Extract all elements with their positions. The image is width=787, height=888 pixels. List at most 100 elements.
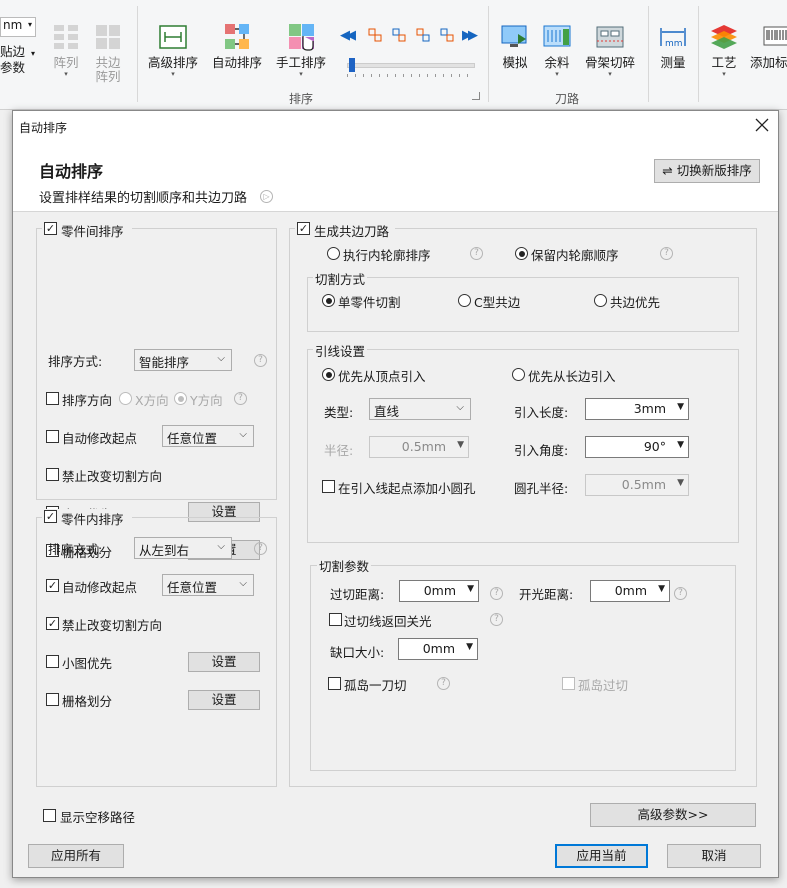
- switch-new-sort-button[interactable]: ⇌ 切换新版排序: [654, 159, 760, 183]
- chevron-down-icon: ▾: [31, 49, 36, 58]
- sort-direction-checkbox[interactable]: [46, 392, 59, 405]
- sort-nav-icon-row: ◀◀ ▶▶: [340, 28, 480, 44]
- remnant-button[interactable]: 余料 ▾: [540, 22, 574, 78]
- inter-part-sort-title: 零件间排序: [61, 224, 124, 239]
- sort-step-icon[interactable]: [440, 28, 454, 42]
- auto-start-select[interactable]: 任意位置 ⌵: [162, 425, 254, 447]
- common-first-radio[interactable]: [594, 294, 607, 307]
- intra-grid-divide-settings-button[interactable]: 设置: [188, 690, 260, 710]
- overcut-field[interactable]: 0mm ▼: [399, 580, 479, 602]
- hole-radius-value: 0.5mm: [621, 477, 666, 492]
- sort-step-icon[interactable]: [392, 28, 406, 42]
- chevron-down-icon: ▾: [608, 70, 612, 78]
- keep-inner-label: 保留内轮廓顺序: [531, 248, 619, 263]
- slider-thumb[interactable]: [349, 58, 355, 72]
- open-light-field[interactable]: 0mm ▼: [590, 580, 670, 602]
- advanced-sort-button[interactable]: 高级排序 ▾: [144, 22, 202, 78]
- unit-dropdown[interactable]: nm ▾: [0, 17, 36, 37]
- dialog-title-bar: 自动排序: [13, 111, 778, 139]
- no-change-dir-checkbox[interactable]: [46, 468, 59, 481]
- long-edge-first-radio[interactable]: [512, 368, 525, 381]
- apply-all-button[interactable]: 应用所有: [28, 844, 124, 868]
- intra-grid-divide-checkbox[interactable]: [46, 693, 59, 706]
- paste-edge-param-button[interactable]: 贴边 ▾ 参数: [0, 45, 44, 75]
- sort-step-icon[interactable]: [368, 28, 382, 42]
- auto-sort-icon: [225, 24, 249, 49]
- ribbon-separator: [137, 6, 138, 102]
- help-icon[interactable]: ?: [470, 247, 483, 260]
- skeleton-cut-button[interactable]: 骨架切碎 ▾: [583, 22, 637, 78]
- common-edge-title: 生成共边刀路: [314, 224, 390, 239]
- help-icon[interactable]: ?: [437, 677, 450, 690]
- c-common-radio[interactable]: [458, 294, 471, 307]
- dialog-window-title: 自动排序: [19, 121, 68, 135]
- sort-method-select[interactable]: 智能排序 ⌵: [134, 349, 232, 371]
- auto-sort-button[interactable]: 自动排序: [210, 22, 264, 70]
- exec-inner-radio[interactable]: [327, 247, 340, 260]
- intra-part-sort-checkbox[interactable]: ✓: [44, 510, 57, 523]
- cancel-button[interactable]: 取消: [667, 844, 761, 868]
- island-one-cut-checkbox[interactable]: [328, 677, 341, 690]
- dialog-launcher-icon[interactable]: [472, 92, 480, 100]
- add-hole-checkbox[interactable]: [322, 480, 335, 493]
- help-icon[interactable]: ?: [490, 587, 503, 600]
- single-part-radio[interactable]: [322, 294, 335, 307]
- y-direction-radio[interactable]: [174, 392, 187, 405]
- last-icon[interactable]: ▶▶: [462, 28, 478, 43]
- chevron-down-icon: ⌵: [239, 578, 247, 589]
- common-edge-checkbox[interactable]: ✓: [297, 222, 310, 235]
- lead-angle-value: 90°: [643, 439, 666, 454]
- first-icon[interactable]: ◀◀: [340, 28, 356, 43]
- no-change-dir-label: 禁止改变切割方向: [62, 469, 163, 484]
- x-direction-radio[interactable]: [119, 392, 132, 405]
- intra-no-change-dir-checkbox[interactable]: ✓: [46, 617, 59, 630]
- intra-sort-method-select[interactable]: 从左到右 ⌵: [134, 537, 232, 559]
- help-icon[interactable]: ?: [254, 542, 267, 555]
- lead-type-select[interactable]: 直线 ⌵: [369, 398, 471, 420]
- vertex-first-radio[interactable]: [322, 368, 335, 381]
- help-icon[interactable]: ?: [660, 247, 673, 260]
- intra-small-first-settings-button[interactable]: 设置: [188, 652, 260, 672]
- intra-auto-start-select[interactable]: 任意位置 ⌵: [162, 574, 254, 596]
- auto-sort-dialog: 自动排序 自动排序 设置排样结果的切割顺序和共边刀路 ▷ ⇌ 切换新版排序 ✓ …: [12, 110, 779, 878]
- keep-inner-radio[interactable]: [515, 247, 528, 260]
- gap-size-field[interactable]: 0mm ▼: [398, 638, 478, 660]
- chevron-down-icon: ▼: [677, 440, 684, 450]
- help-icon[interactable]: ?: [254, 354, 267, 367]
- chevron-down-icon: ▼: [467, 584, 474, 594]
- lead-length-field[interactable]: 3mm ▼: [585, 398, 689, 420]
- sort-progress-slider[interactable]: [347, 58, 477, 77]
- hole-radius-label: 圆孔半径:: [514, 481, 569, 496]
- help-icon[interactable]: ?: [674, 587, 687, 600]
- inter-part-sort-checkbox[interactable]: ✓: [44, 222, 57, 235]
- process-button[interactable]: 工艺 ▾: [706, 22, 742, 78]
- island-overcut-checkbox[interactable]: [562, 677, 575, 690]
- apply-current-button[interactable]: 应用当前: [555, 844, 648, 868]
- intra-auto-start-checkbox[interactable]: ✓: [46, 579, 59, 592]
- help-icon[interactable]: ?: [490, 613, 503, 626]
- sort-step-icon[interactable]: [416, 28, 430, 42]
- remnant-label: 余料: [544, 55, 570, 70]
- ribbon-separator: [698, 6, 699, 102]
- ribbon-toolbar: nm ▾ 贴边 ▾ 参数 阵列 ▾ 共边 阵列 高级排序 ▾ 自动排序 手工排序 ▾ ◀◀…: [0, 0, 787, 110]
- intra-small-first-checkbox[interactable]: [46, 655, 59, 668]
- lead-angle-field[interactable]: 90° ▼: [585, 436, 689, 458]
- common-edge-array-button[interactable]: 共边 阵列: [88, 22, 128, 84]
- help-icon[interactable]: ?: [234, 392, 247, 405]
- hole-radius-field[interactable]: 0.5mm ▼: [585, 474, 689, 496]
- add-mark-button[interactable]: 添加标: [750, 22, 787, 70]
- play-icon[interactable]: ▷: [260, 190, 273, 203]
- show-idle-path-checkbox[interactable]: [43, 809, 56, 822]
- radius-field[interactable]: 0.5mm ▼: [369, 436, 469, 458]
- overcut-return-checkbox[interactable]: [329, 613, 342, 626]
- chevron-down-icon: ▾: [27, 20, 32, 29]
- measure-button[interactable]: mm 测量: [656, 22, 690, 70]
- manual-sort-button[interactable]: 手工排序 ▾: [272, 22, 330, 78]
- close-icon[interactable]: [755, 118, 769, 132]
- array-button[interactable]: 阵列 ▾: [50, 22, 82, 78]
- simulate-button[interactable]: 模拟: [498, 22, 532, 70]
- auto-start-checkbox[interactable]: [46, 430, 59, 443]
- layers-icon: [711, 25, 737, 49]
- chevron-down-icon: ⌵: [217, 541, 225, 552]
- advanced-params-button[interactable]: 高级参数>>: [590, 803, 756, 827]
